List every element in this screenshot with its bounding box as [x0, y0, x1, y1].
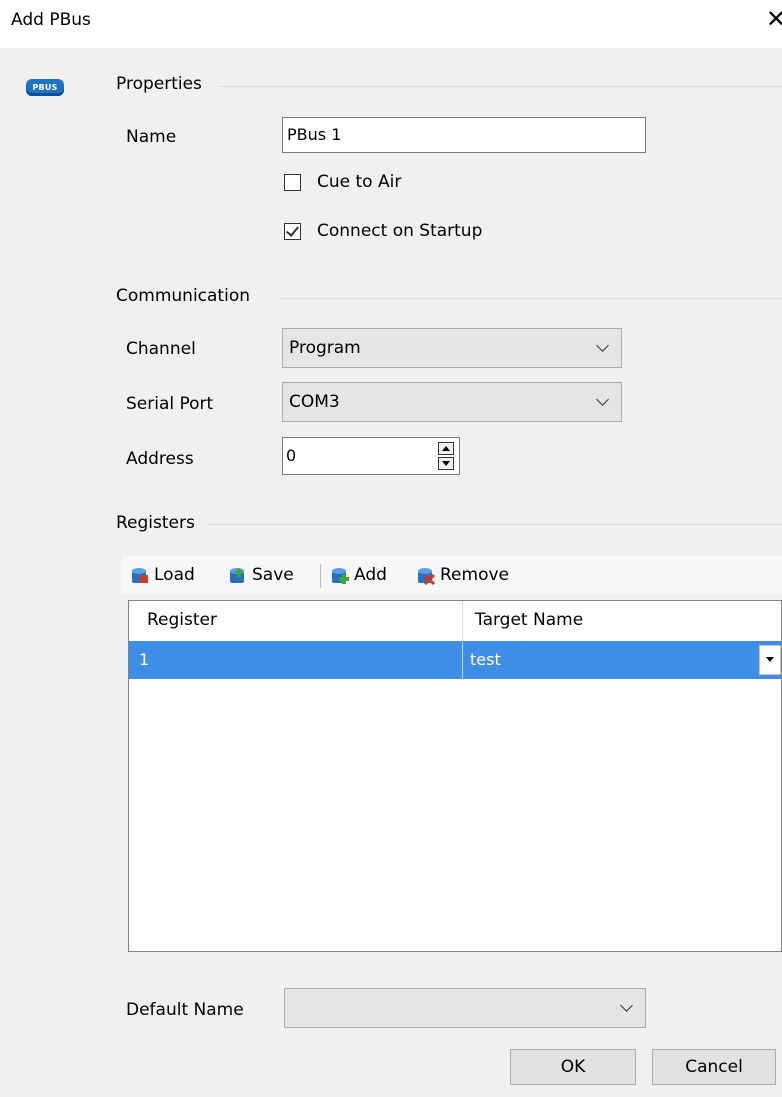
chevron-down-icon [596, 339, 609, 352]
column-divider[interactable] [462, 601, 463, 641]
registers-section-label: Registers [116, 513, 195, 533]
save-icon [228, 565, 248, 585]
remove-icon [416, 565, 436, 586]
arrow-down-icon [442, 461, 450, 466]
chevron-down-icon [596, 393, 609, 406]
column-header-register[interactable]: Register [147, 610, 217, 630]
ok-button[interactable]: OK [510, 1049, 636, 1085]
connect-on-startup-label[interactable]: Connect on Startup [317, 221, 482, 241]
address-stepper[interactable]: 0 [282, 437, 460, 475]
stepper-up-button[interactable] [438, 442, 454, 455]
registers-divider [208, 524, 782, 525]
registers-toolbar: Load Save Add Remove [122, 556, 782, 594]
name-input[interactable]: PBus 1 [282, 117, 646, 153]
stepper-buttons [438, 442, 454, 470]
load-button[interactable]: Load [130, 556, 195, 594]
serial-port-label: Serial Port [126, 394, 214, 414]
cue-to-air-label[interactable]: Cue to Air [317, 172, 401, 192]
default-name-label: Default Name [126, 1000, 244, 1020]
communication-section-label: Communication [116, 286, 250, 306]
load-icon [130, 565, 150, 585]
target-name-cell[interactable]: test [470, 650, 501, 669]
column-header-target-name[interactable]: Target Name [475, 610, 583, 630]
channel-label: Channel [126, 339, 196, 359]
channel-value: Program [289, 338, 361, 358]
channel-dropdown[interactable]: Program [282, 328, 622, 368]
chevron-down-icon [620, 999, 633, 1012]
save-button[interactable]: Save [228, 556, 294, 594]
remove-button[interactable]: Remove [416, 556, 509, 594]
grid-header: Register Target Name [129, 601, 781, 642]
default-name-dropdown[interactable] [284, 988, 646, 1028]
add-button[interactable]: Add [330, 556, 387, 594]
add-icon [330, 565, 350, 585]
register-cell[interactable]: 1 [139, 650, 149, 669]
toolbar-separator [320, 564, 321, 588]
load-label: Load [154, 565, 195, 585]
close-icon[interactable]: ✕ [766, 4, 782, 34]
table-row[interactable]: 1 test [129, 641, 781, 679]
pbus-logo-icon: PBUS [26, 79, 64, 96]
cue-to-air-checkbox[interactable] [284, 174, 301, 191]
connect-on-startup-checkbox[interactable] [284, 223, 301, 240]
arrow-up-icon [442, 446, 450, 451]
dropdown-arrow-icon [766, 657, 774, 662]
add-label: Add [354, 565, 387, 585]
cell-divider [462, 641, 463, 679]
communication-divider [278, 298, 782, 299]
registers-grid[interactable]: Register Target Name 1 test [128, 600, 782, 952]
properties-divider [218, 86, 782, 87]
properties-section-label: Properties [116, 74, 202, 94]
target-name-dropdown-button[interactable] [759, 645, 781, 675]
name-label: Name [126, 127, 177, 147]
window-title: Add PBus [11, 10, 91, 30]
address-value: 0 [286, 446, 297, 465]
stepper-down-button[interactable] [438, 457, 454, 470]
save-label: Save [252, 565, 294, 585]
remove-label: Remove [440, 565, 509, 585]
cancel-button[interactable]: Cancel [652, 1049, 776, 1085]
serial-port-dropdown[interactable]: COM3 [282, 382, 622, 422]
serial-port-value: COM3 [289, 392, 340, 412]
title-bar: Add PBus ✕ [0, 0, 782, 48]
checkmark-icon [285, 223, 300, 237]
address-label: Address [126, 449, 194, 469]
